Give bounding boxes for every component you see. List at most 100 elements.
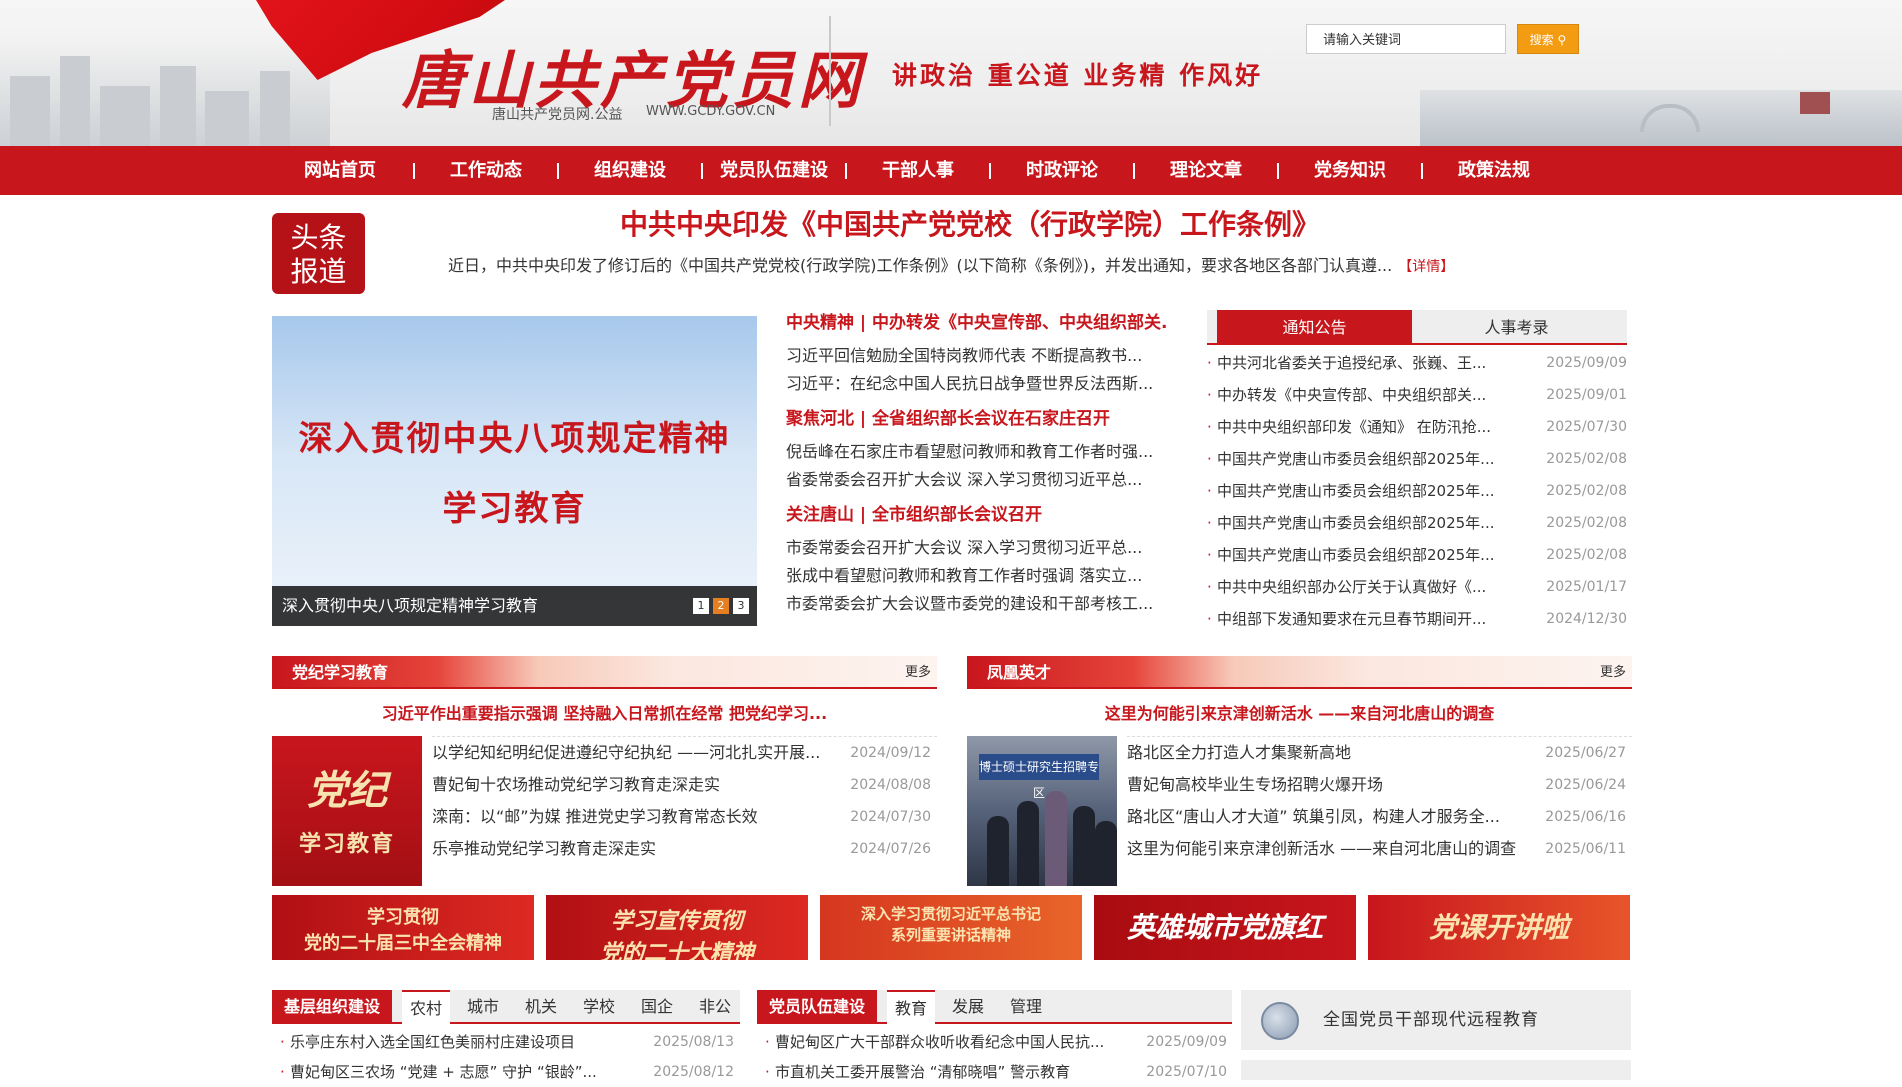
notice-date: 2024/12/30: [1546, 611, 1627, 627]
headline-badge-line2: 报道: [290, 255, 347, 288]
tab-rural[interactable]: 农村: [402, 990, 451, 1026]
tab-agencies[interactable]: 机关: [525, 990, 557, 1024]
news-group-head[interactable]: 关注唐山 | 全市组织部长会议召开: [786, 500, 1166, 534]
list-item[interactable]: 路北区“唐山人才大道” 筑巢引凤，构建人才服务全... 2025/06/16: [1127, 801, 1632, 833]
list-item[interactable]: 这里为何能引来京津创新活水 ——来自河北唐山的调查 2025/06/11: [1127, 833, 1632, 865]
nav-item-theory[interactable]: 理论文章: [1156, 146, 1256, 195]
tab-notices[interactable]: 通知公告: [1217, 310, 1412, 345]
notice-row[interactable]: · 中共中央组织部办公厅关于认真做好《... 2025/01/17: [1207, 571, 1627, 603]
notice-row[interactable]: · 中国共产党唐山市委员会组织部2025年... 2025/02/08: [1207, 539, 1627, 571]
notice-row[interactable]: · 中国共产党唐山市委员会组织部2025年... 2025/02/08: [1207, 475, 1627, 507]
panel-lead-story[interactable]: 这里为何能引来京津创新活水 ——来自河北唐山的调查: [967, 700, 1632, 724]
nav-item-commentary[interactable]: 时政评论: [1012, 146, 1112, 195]
panel-lead-story[interactable]: 习近平作出重要指示强调 坚持融入日常抓在经常 把党纪学习...: [272, 700, 937, 724]
nav-item-organization[interactable]: 组织建设: [580, 146, 680, 195]
remote-education-link[interactable]: 全国党员干部现代远程教育: [1241, 990, 1631, 1050]
list-item[interactable]: 滦南：以“邮”为媒 推进党史学习教育常态长效 2024/07/30: [432, 801, 937, 833]
nav-item-knowledge[interactable]: 党务知识: [1300, 146, 1400, 195]
notice-row[interactable]: · 中共河北省委关于追授纪承、张巍、王... 2025/09/09: [1207, 347, 1627, 379]
nav-item-party-members[interactable]: 党员队伍建设: [714, 146, 834, 195]
banner-party-lecture[interactable]: 党课开讲啦: [1368, 895, 1630, 960]
news-item[interactable]: 市委常委会扩大会议暨市委党的建设和干部考核工...: [786, 590, 1166, 618]
site-logo[interactable]: 唐山共产党员网: [402, 30, 864, 120]
tab-schools[interactable]: 学校: [583, 990, 615, 1024]
notice-row[interactable]: · 中共中央组织部印发《通知》 在防汛抢... 2025/07/30: [1207, 411, 1627, 443]
banner-twentieth-congress[interactable]: 学习宣传贯彻 党的二十大精神: [546, 895, 808, 960]
discipline-education-image[interactable]: 党纪 学习教育: [272, 736, 422, 886]
news-item[interactable]: 张成中看望慰问教师和教育工作者时强调 落实立...: [786, 562, 1166, 590]
slide-dot-2[interactable]: 2: [713, 598, 729, 614]
notice-title: 中办转发《中央宣传部、中央组织部关...: [1217, 386, 1487, 404]
headline-more-link[interactable]: 【详情】: [1398, 259, 1454, 275]
search-button-label: 搜索: [1529, 33, 1554, 47]
panel-more-link[interactable]: 更多: [905, 656, 931, 689]
slide-dot-3[interactable]: 3: [733, 598, 749, 614]
list-item-title: 曹妃甸十农场推动党纪学习教育走深走实: [432, 775, 721, 794]
panel-title[interactable]: 党纪学习教育: [292, 656, 388, 689]
slide-caption[interactable]: 深入贯彻中央八项规定精神学习教育: [272, 586, 757, 626]
tab-personnel[interactable]: 人事考录: [1419, 310, 1614, 345]
tab-state-enterprises[interactable]: 国企: [641, 990, 673, 1024]
notice-date: 2025/01/17: [1546, 579, 1627, 595]
nav-item-home[interactable]: 网站首页: [290, 146, 390, 195]
notice-date: 2025/02/08: [1546, 515, 1627, 531]
banner-third-plenum[interactable]: 学习贯彻 党的二十届三中全会精神: [272, 895, 534, 960]
tab-development[interactable]: 发展: [952, 990, 984, 1024]
tab-education[interactable]: 教育: [887, 990, 936, 1026]
city-skyline-left: [0, 40, 330, 146]
list-item-date: 2025/06/11: [1545, 841, 1626, 857]
next-link-box[interactable]: [1241, 1060, 1631, 1080]
panel-more-link[interactable]: 更多: [1600, 656, 1626, 689]
notice-row[interactable]: · 中国共产党唐山市委员会组织部2025年... 2025/02/08: [1207, 443, 1627, 475]
notice-row[interactable]: · 中办转发《中央宣传部、中央组织部关... 2025/09/01: [1207, 379, 1627, 411]
notice-title: 中组部下发通知要求在元旦春节期间开...: [1217, 610, 1487, 628]
search-icon: ⚲: [1557, 33, 1567, 47]
list-item[interactable]: 以学纪知纪明纪促进遵纪守纪执纪 ——河北扎实开展... 2024/09/12: [432, 737, 937, 769]
slide-dot-1[interactable]: 1: [693, 598, 709, 614]
banner-speeches[interactable]: 深入学习贯彻习近平总书记 系列重要讲话精神: [820, 895, 1082, 960]
pavilion-scenery: [1800, 92, 1830, 114]
nav-item-cadres[interactable]: 干部人事: [868, 146, 968, 195]
headline-badge-line1: 头条: [290, 221, 347, 254]
section-label[interactable]: 党员队伍建设: [757, 990, 878, 1024]
panel-title[interactable]: 凤凰英才: [987, 656, 1051, 689]
banner-line1: 学习贯彻: [367, 907, 439, 928]
news-group-head[interactable]: 中央精神 | 中办转发《中央宣传部、中央组织部关...: [786, 308, 1166, 342]
nav-separator: [989, 163, 991, 179]
list-item[interactable]: · 曹妃甸区三农场 “党建 + 志愿” 守护 “银龄”... 2025/08/12: [280, 1057, 734, 1087]
list-item-title: 以学纪知纪明纪促进遵纪守纪执纪 ——河北扎实开展...: [432, 743, 821, 762]
search-button[interactable]: 搜索 ⚲: [1517, 24, 1579, 54]
tab-management[interactable]: 管理: [1010, 990, 1042, 1024]
nav-item-work[interactable]: 工作动态: [436, 146, 536, 195]
list-item[interactable]: · 曹妃甸区广大干部群众收听收看纪念中国人民抗... 2025/09/09: [765, 1027, 1227, 1057]
list-item-title: 市直机关工委开展警治 “清郁晓唱” 警示教育: [775, 1063, 1071, 1081]
notice-row[interactable]: · 中组部下发通知要求在元旦春节期间开... 2024/12/30: [1207, 603, 1627, 635]
notice-date: 2025/02/08: [1546, 483, 1627, 499]
news-item[interactable]: 省委常委会召开扩大会议 深入学习贯彻习近平总...: [786, 466, 1166, 494]
search-input[interactable]: 请输入关键词: [1306, 24, 1506, 54]
banner-hero-city[interactable]: 英雄城市党旗红: [1094, 895, 1356, 960]
tab-urban[interactable]: 城市: [467, 990, 499, 1024]
notice-row[interactable]: · 中国共产党唐山市委员会组织部2025年... 2025/02/08: [1207, 507, 1627, 539]
list-item[interactable]: 曹妃甸十农场推动党纪学习教育走深走实 2024/08/08: [432, 769, 937, 801]
section-label[interactable]: 基层组织建设: [272, 990, 393, 1024]
list-item[interactable]: 乐亭推动党纪学习教育走深走实 2024/07/26: [432, 833, 937, 865]
news-item[interactable]: 市委常委会召开扩大会议 深入学习贯彻习近平总...: [786, 534, 1166, 562]
notice-date: 2025/09/01: [1546, 387, 1627, 403]
news-item[interactable]: 习近平：在纪念中国人民抗日战争暨世界反法西斯...: [786, 370, 1166, 398]
nav-separator: [845, 163, 847, 179]
nav-separator: [1421, 163, 1423, 179]
logo-url: WWW.GCDY.GOV.CN: [646, 104, 776, 119]
news-item[interactable]: 倪岳峰在石家庄市看望慰问教师和教育工作者时强...: [786, 438, 1166, 466]
job-fair-photo[interactable]: 博士硕士研究生招聘专区: [967, 736, 1117, 886]
list-item[interactable]: · 乐亭庄东村入选全国红色美丽村庄建设项目 2025/08/13: [280, 1027, 734, 1057]
tab-private[interactable]: 非公: [699, 990, 731, 1024]
list-item[interactable]: 曹妃甸高校毕业生专场招聘火爆开场 2025/06/24: [1127, 769, 1632, 801]
news-group-head[interactable]: 聚焦河北 | 全省组织部长会议在石家庄召开: [786, 404, 1166, 438]
headline-title[interactable]: 中共中央印发《中国共产党党校（行政学院）工作条例》: [520, 203, 1420, 243]
nav-item-policy[interactable]: 政策法规: [1444, 146, 1544, 195]
list-item[interactable]: · 市直机关工委开展警治 “清郁晓唱” 警示教育 2025/07/10: [765, 1057, 1227, 1087]
slideshow[interactable]: 深入贯彻中央八项规定精神 学习教育 深入贯彻中央八项规定精神学习教育 1 2 3: [272, 316, 757, 626]
news-item[interactable]: 习近平回信勉励全国特岗教师代表 不断提高教书...: [786, 342, 1166, 370]
list-item[interactable]: 路北区全力打造人才集聚新高地 2025/06/27: [1127, 737, 1632, 769]
